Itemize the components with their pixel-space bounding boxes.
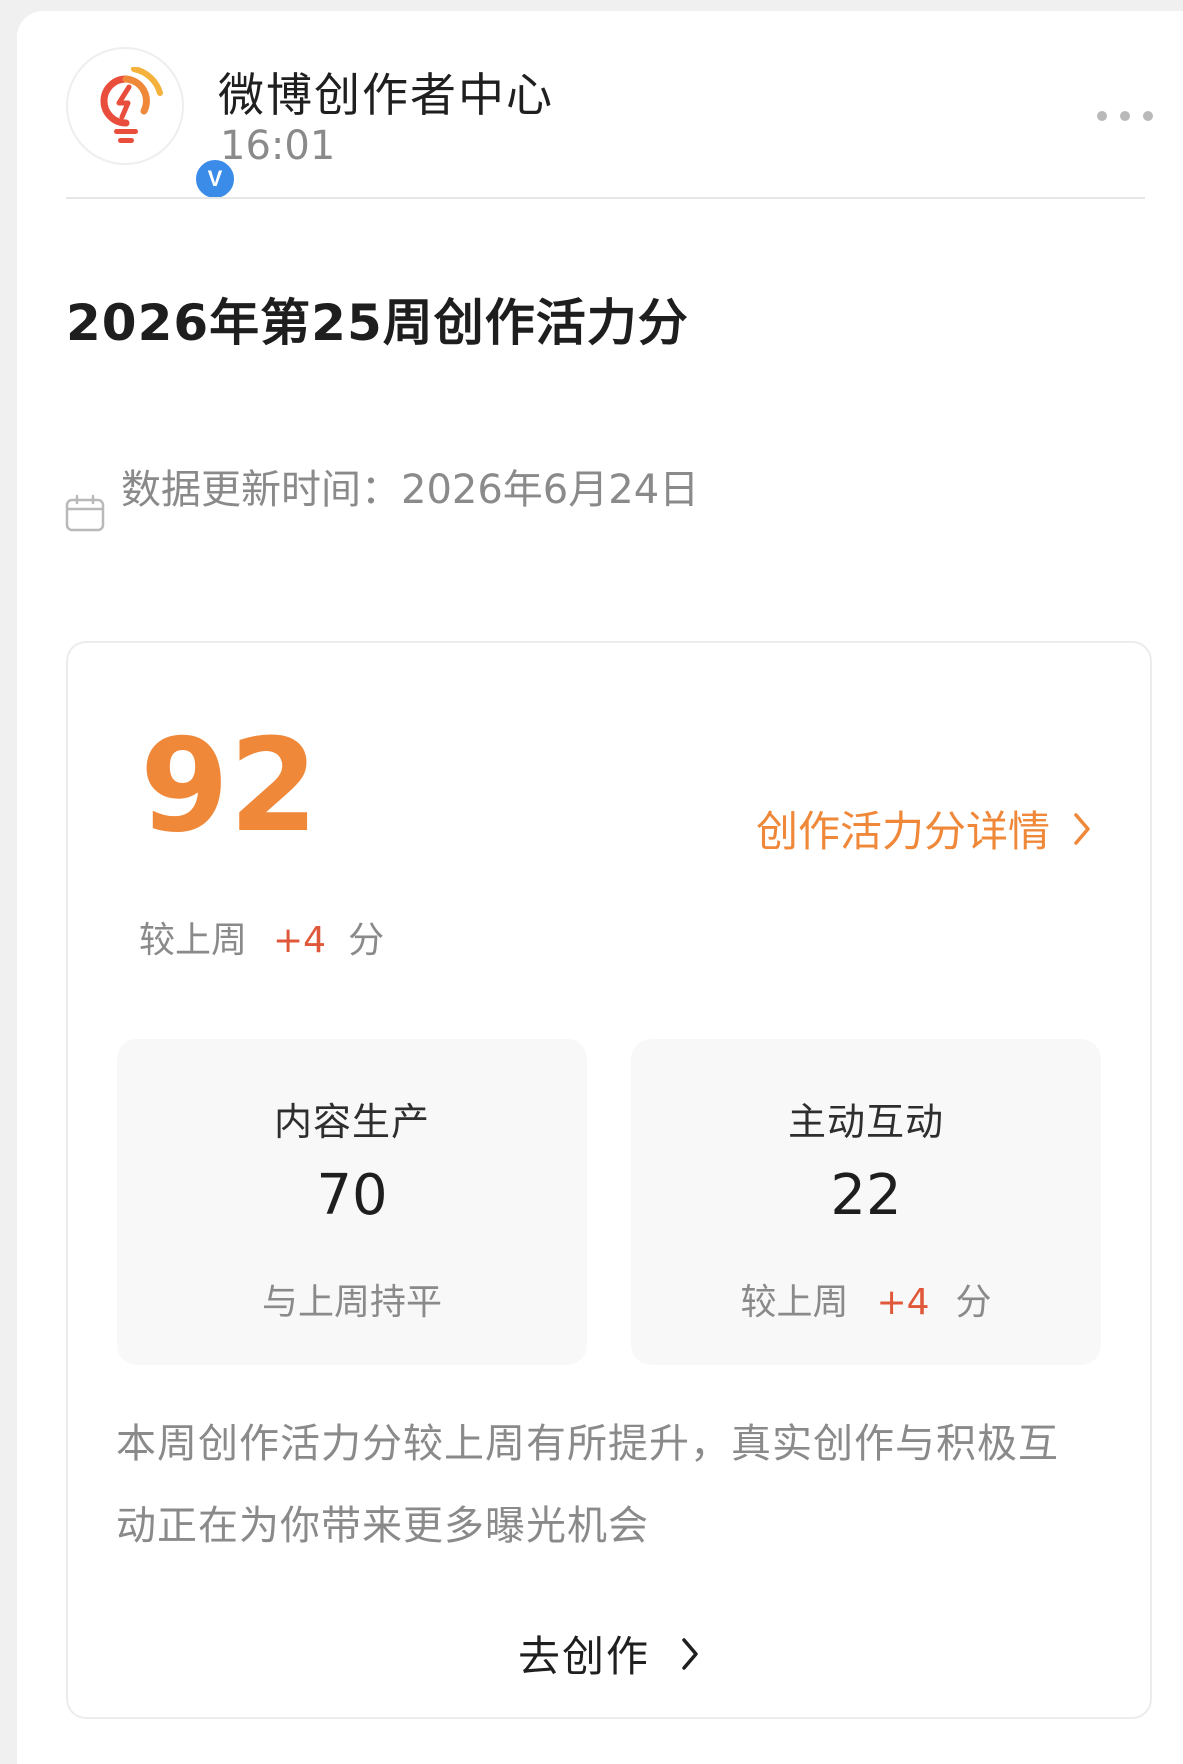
active-interaction-card: 主动互动 22 较上周 +4 分	[631, 1039, 1101, 1365]
sub-value: 22	[830, 1163, 902, 1228]
score-detail-link[interactable]: 创作活力分详情	[756, 798, 1092, 859]
sub-note: 较上周 +4 分	[631, 1273, 1101, 1325]
sub-note: 与上周持平	[261, 1282, 442, 1323]
avatar[interactable]: V	[66, 47, 237, 201]
sub-label: 主动互动	[787, 1100, 944, 1144]
chevron-right-icon	[682, 1637, 698, 1670]
score-detail-label: 创作活力分详情	[756, 807, 1051, 856]
more-icon[interactable]	[1097, 99, 1153, 133]
post-card: V 微博创作者中心 16:01 2026年第25周创作活力分 数据更新时间：20…	[17, 11, 1183, 1764]
sub-value: 70	[316, 1163, 388, 1228]
compare-delta: +4	[273, 920, 327, 961]
total-score: 92	[140, 712, 319, 861]
content-production-card: 内容生产 70 与上周持平	[117, 1039, 587, 1365]
weekly-compare: 较上周 +4 分	[139, 911, 384, 963]
compare-prefix: 较上周	[139, 920, 248, 961]
note-suffix: 分	[955, 1282, 992, 1323]
compare-suffix: 分	[348, 920, 385, 961]
go-create-button[interactable]: 去创作	[68, 1623, 1150, 1684]
summary-text: 本周创作活力分较上周有所提升，真实创作与积极互动正在为你带来更多曝光机会	[116, 1421, 1059, 1549]
score-panel: 92 创作活力分详情 较上周 +4 分 内容生产 70 与上周持平 主动互动 22 …	[66, 641, 1152, 1719]
note-prefix: 较上周	[740, 1282, 849, 1323]
note-delta: +4	[876, 1282, 930, 1323]
go-create-label: 去创作	[517, 1632, 650, 1681]
account-name[interactable]: 微博创作者中心	[218, 59, 554, 125]
chevron-right-icon	[1074, 812, 1090, 845]
post-time: 16:01	[220, 123, 336, 169]
update-time: 数据更新时间：2026年6月24日	[121, 467, 700, 513]
calendar-icon	[65, 494, 105, 532]
sub-label: 内容生产	[273, 1100, 430, 1144]
lightbulb-logo-icon	[100, 67, 163, 143]
post-title: 2026年第25周创作活力分	[66, 294, 689, 352]
divider	[66, 197, 1145, 199]
